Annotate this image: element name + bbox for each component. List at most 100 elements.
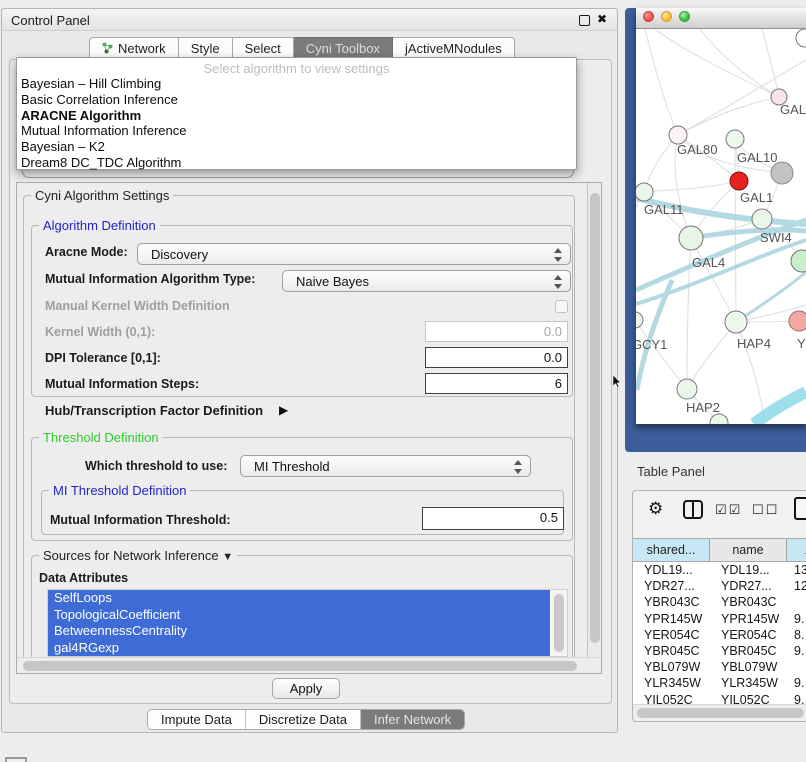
node-label-gal: GAL [780, 102, 806, 117]
attributes-scrollbar-thumb[interactable] [554, 594, 564, 652]
which-threshold-select[interactable]: MI Threshold [240, 455, 531, 477]
table-cell [787, 594, 806, 610]
apply-button[interactable]: Apply [272, 678, 340, 699]
group-title: Cyni Algorithm Settings [31, 188, 173, 203]
table-cell: YPR145W [710, 611, 787, 627]
table-row[interactable]: YLR345WYLR345W9. [633, 675, 806, 691]
node-label-gal11: GAL11 [644, 202, 684, 217]
table-row[interactable]: YBR043CYBR043C [633, 594, 806, 610]
tab-select[interactable]: Select [233, 37, 294, 59]
node-label-y: Y [797, 336, 806, 351]
network-node-y[interactable] [789, 311, 806, 331]
mi-threshold-field[interactable]: 0.5 [422, 507, 564, 530]
spinner-arrows-icon [553, 275, 561, 289]
table-horizontal-scrollbar-thumb[interactable] [637, 708, 804, 718]
network-node-hap2[interactable] [677, 379, 697, 399]
table-row[interactable]: YBL079WYBL079W [633, 659, 806, 675]
network-node-gal1[interactable] [730, 172, 748, 190]
table-row[interactable]: YPR145WYPR145W9. [633, 611, 806, 627]
network-node-gcy1[interactable] [636, 312, 643, 328]
table-row[interactable]: YDL19...YDL19...13 [633, 562, 806, 578]
mouse-cursor-icon [613, 375, 622, 388]
tab-label: jActiveMNodules [405, 41, 502, 56]
bottom-tab-infer-network[interactable]: Infer Network [360, 710, 464, 729]
close-traffic-light-icon[interactable] [643, 11, 654, 22]
table-mode-icon[interactable] [794, 497, 806, 520]
column-header-A[interactable]: A [787, 539, 806, 561]
attribute-item[interactable]: BetweennessCentrality [48, 623, 550, 640]
network-node-hap4[interactable] [725, 311, 747, 333]
manual-kernel-checkbox[interactable] [555, 300, 568, 313]
table-cell: YBR043C [710, 594, 787, 610]
cyni-settings-scrollpane: Cyni Algorithm Settings Algorithm Defini… [16, 182, 602, 674]
table-cell: YDR27... [710, 578, 787, 594]
tab-style[interactable]: Style [179, 37, 233, 59]
gear-icon[interactable]: ⚙ [648, 499, 663, 519]
aracne-mode-select[interactable]: Discovery [137, 243, 571, 265]
settings-horizontal-scrollbar-thumb[interactable] [23, 661, 577, 671]
mi-steps-field[interactable]: 6 [425, 373, 568, 394]
table-row[interactable]: YBR045CYBR045C9. [633, 643, 806, 659]
algorithm-option[interactable]: Bayesian – Hill Climbing [17, 76, 576, 92]
table-row[interactable]: YIL052CYIL052C9. [633, 692, 806, 705]
attribute-item[interactable]: TopologicalCoefficient [48, 607, 550, 624]
node-label-hap2: HAP2 [686, 400, 720, 415]
table-cell: YBL079W [633, 659, 710, 675]
network-node[interactable] [771, 162, 793, 184]
close-icon[interactable]: ✖ [597, 12, 607, 26]
select-all-columns-icon[interactable]: ☑☑ [715, 502, 742, 518]
tab-cyni-toolbox[interactable]: Cyni Toolbox [294, 37, 393, 59]
hub-definition-toggle[interactable]: Hub/Transcription Factor Definition [45, 403, 263, 418]
algorithm-option[interactable]: ARACNE Algorithm [17, 108, 576, 124]
dock-panel-icon[interactable] [5, 757, 27, 762]
sources-title-text: Sources for Network Inference [43, 548, 219, 563]
network-canvas[interactable]: GALGAL80GAL10GAL1GAL11SWI4GAL4GCY1HAP4YH… [636, 29, 806, 424]
mi-algorithm-type-select[interactable]: Naive Bayes [282, 270, 571, 292]
dpi-tolerance-field[interactable]: 0.0 [425, 347, 568, 368]
algorithm-option[interactable]: Basic Correlation Inference [17, 92, 576, 108]
dpi-tolerance-label: DPI Tolerance [0,1]: [45, 351, 161, 365]
bottom-tab-impute-data[interactable]: Impute Data [148, 710, 245, 729]
attribute-item[interactable]: SelfLoops [48, 590, 550, 607]
network-node-gal10[interactable] [726, 130, 744, 148]
bottom-tab-bar: Impute DataDiscretize DataInfer Network [147, 709, 465, 730]
table-cell: YBR045C [710, 643, 787, 659]
table-row[interactable]: YER054CYER054C8. [633, 627, 806, 643]
network-node-gal11[interactable] [636, 183, 653, 201]
network-window-titlebar [636, 8, 806, 29]
tab-label: Cyni Toolbox [306, 41, 380, 56]
algorithm-option[interactable]: Bayesian – K2 [17, 139, 576, 155]
spinner-arrows-icon [553, 248, 561, 262]
network-node[interactable] [796, 29, 806, 47]
bottom-tab-discretize-data[interactable]: Discretize Data [245, 710, 360, 729]
column-header-name[interactable]: name [710, 539, 787, 561]
table-cell [787, 659, 806, 675]
algorithm-dropdown-popup: Select algorithm to view settings Bayesi… [16, 57, 577, 170]
settings-vertical-scrollbar-thumb[interactable] [590, 193, 600, 643]
kernel-width-field[interactable]: 0.0 [425, 321, 568, 342]
minimize-traffic-light-icon[interactable] [661, 11, 672, 22]
panel-title: Control Panel [11, 13, 90, 28]
column-header-shared...[interactable]: shared... [633, 539, 710, 561]
deselect-columns-icon[interactable]: ☐☐ [752, 502, 779, 518]
float-window-icon[interactable] [579, 15, 590, 26]
network-node-swi4[interactable] [752, 209, 772, 229]
table-row[interactable]: YDR27...YDR27...12 [633, 578, 806, 594]
tab-network[interactable]: Network [89, 37, 179, 59]
aracne-mode-value: Discovery [151, 247, 208, 262]
spinner-arrows-icon [513, 460, 521, 474]
split-panel-icon[interactable] [683, 500, 703, 519]
attribute-item[interactable]: gal4RGexp [48, 640, 550, 657]
table-cell: 13 [787, 562, 806, 578]
chevron-right-icon[interactable]: ▶ [279, 403, 288, 417]
sources-title[interactable]: Sources for Network Inference ▼ [39, 548, 237, 563]
zoom-traffic-light-icon[interactable] [679, 11, 690, 22]
network-node-gal4[interactable] [679, 226, 703, 250]
aracne-mode-label: Aracne Mode: [45, 245, 128, 259]
algorithm-option[interactable]: Dream8 DC_TDC Algorithm [17, 155, 576, 171]
network-node[interactable] [791, 250, 806, 272]
tab-jactivemnodules[interactable]: jActiveMNodules [393, 37, 515, 59]
table-panel-title: Table Panel [637, 464, 705, 479]
node-label-hap4: HAP4 [737, 336, 771, 351]
algorithm-option[interactable]: Mutual Information Inference [17, 123, 576, 139]
